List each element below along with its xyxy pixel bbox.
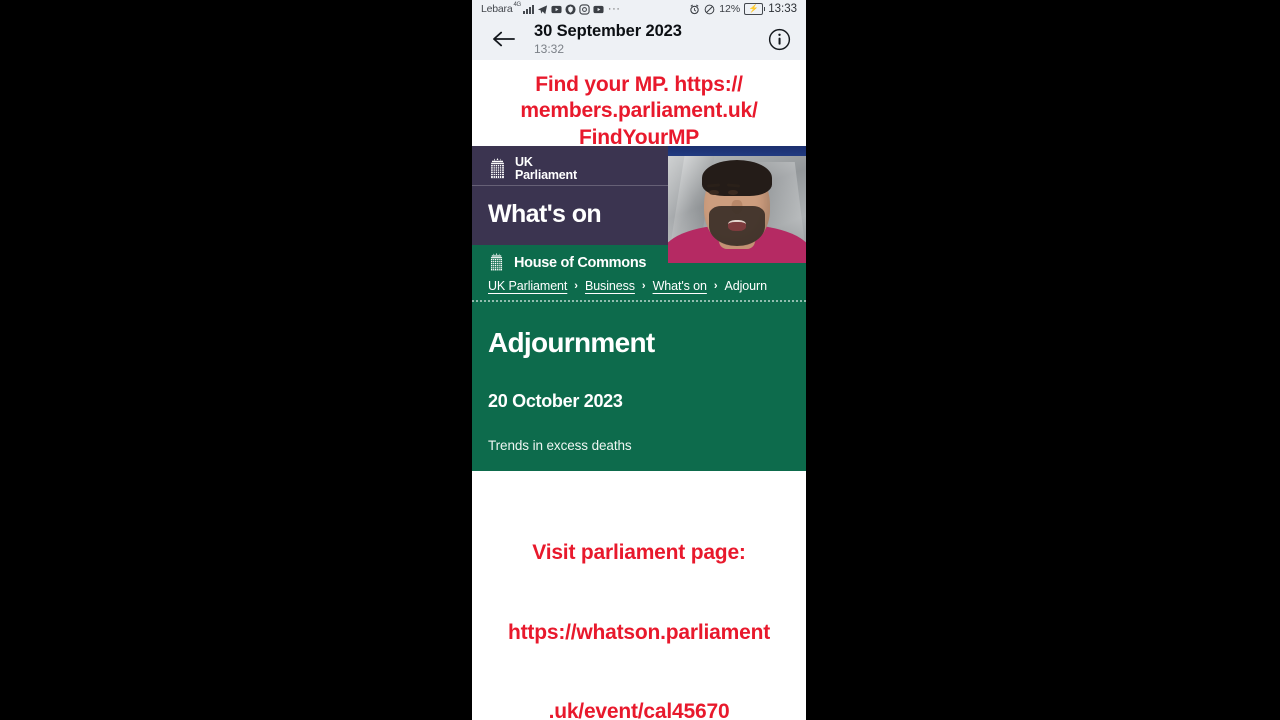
status-bar-left: Lebara 4G ···: [481, 2, 621, 16]
clock-label: 13:33: [768, 3, 797, 16]
event-hero: Adjournment 20 October 2023 Trends in ex…: [472, 302, 806, 472]
caption-bottom-line-2: https://whatson.parliament: [508, 620, 770, 644]
alarm-icon: [689, 4, 700, 15]
portcullis-icon: [488, 157, 507, 180]
phone-screen: Lebara 4G ··· 12% ⚡ 13:33 30 September 2…: [472, 0, 806, 720]
network-type-label: 4G: [513, 2, 522, 9]
chevron-right-icon: ›: [574, 280, 578, 293]
caption-bottom-line-3: .uk/event/cal45670: [548, 699, 730, 720]
status-bar-right: 12% ⚡ 13:33: [689, 3, 797, 16]
youtube-icon: [551, 4, 562, 15]
do-not-disturb-icon: [704, 4, 715, 15]
signal-bars-icon: [522, 4, 534, 14]
instagram-icon: [579, 4, 590, 15]
brand-label: UK Parliament: [515, 154, 577, 182]
page-title: 30 September 2023: [534, 22, 682, 41]
breadcrumb-divider: [472, 300, 806, 303]
event-description: Trends in excess deaths: [488, 438, 632, 454]
breadcrumb-item-uk-parliament[interactable]: UK Parliament: [488, 279, 567, 293]
breadcrumb-item-whats-on[interactable]: What's on: [653, 279, 707, 293]
chevron-right-icon: ›: [641, 280, 646, 293]
back-arrow-icon[interactable]: [490, 26, 516, 52]
more-dots-icon: ···: [607, 3, 621, 16]
event-date: 20 October 2023: [488, 391, 623, 412]
info-icon[interactable]: [766, 26, 792, 52]
portcullis-icon: [488, 253, 505, 272]
chevron-right-icon: ›: [713, 280, 718, 293]
breadcrumb-item-business[interactable]: Business: [585, 279, 635, 293]
brave-icon: [565, 4, 576, 15]
status-bar: Lebara 4G ··· 12% ⚡ 13:33: [472, 0, 806, 19]
carrier-label: Lebara: [481, 3, 513, 16]
breadcrumb-item-current: Adjourn: [724, 279, 767, 294]
battery-charging-icon: ⚡: [744, 3, 766, 16]
youtube-music-icon: [593, 4, 604, 15]
video-presenter-overlay[interactable]: [668, 146, 806, 264]
event-title: Adjournment: [488, 327, 655, 359]
presenter-mouth: [728, 220, 746, 232]
screen-root: Lebara 4G ··· 12% ⚡ 13:33 30 September 2…: [0, 0, 1280, 720]
breadcrumb: UK Parliament › Business › What's on › A…: [472, 279, 806, 300]
app-header: 30 September 2023 13:32: [472, 18, 806, 60]
brand-line-1: UK: [515, 154, 533, 169]
telegram-icon: [537, 4, 548, 15]
battery-percent-label: 12%: [719, 3, 741, 16]
page-subtitle-time: 13:32: [534, 41, 565, 56]
brand-line-2: Parliament: [515, 167, 577, 182]
app-header-titles: 30 September 2023 13:32: [534, 22, 766, 55]
house-of-commons-label: House of Commons: [514, 254, 647, 271]
caption-bottom-line-1: Visit parliament page:: [532, 541, 746, 565]
parliament-page-capture: UK Parliament What's on House of Commons…: [472, 146, 806, 472]
caption-find-your-mp: Find your MP. https:// members.parliamen…: [472, 59, 806, 147]
caption-visit-parliament-page: Visit parliament page: https://whatson.p…: [472, 471, 806, 720]
